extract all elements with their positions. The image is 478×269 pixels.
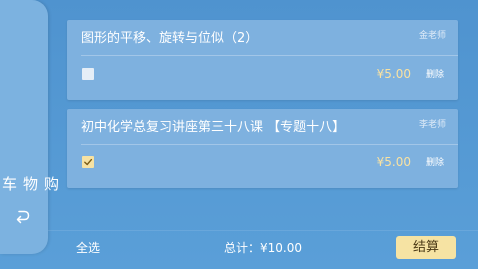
cart-item-card: 初中化学总复习讲座第三十八课 【专题十八】 李老师 ¥5.00 删除 <box>67 109 458 188</box>
select-all-button[interactable]: 全选 <box>76 240 100 256</box>
course-title: 初中化学总复习讲座第三十八课 【专题十八】 <box>81 120 346 135</box>
teacher-name: 李老师 <box>418 120 446 130</box>
cart-title-container: 购物车 <box>0 88 60 193</box>
cart-title: 购物车 <box>0 176 60 193</box>
item-checkbox[interactable] <box>82 68 94 80</box>
course-title: 图形的平移、旋转与位似（2） <box>81 31 259 46</box>
return-arrow-icon[interactable] <box>14 206 32 224</box>
cart-item-card: 图形的平移、旋转与位似（2） 金老师 ¥5.00 删除 <box>67 20 458 100</box>
teacher-name: 金老师 <box>418 31 446 41</box>
footer-divider <box>48 230 478 231</box>
item-checkbox[interactable] <box>82 156 94 168</box>
card-divider <box>81 55 458 56</box>
cart-total: 总计：¥10.00 <box>224 241 302 255</box>
cart-side-tab: 购物车 <box>0 0 60 254</box>
checkout-button[interactable]: 结算 <box>396 236 456 259</box>
item-price: ¥5.00 <box>376 155 411 169</box>
delete-button[interactable]: 删除 <box>426 69 444 81</box>
card-divider <box>81 144 458 145</box>
item-price: ¥5.00 <box>376 67 411 81</box>
check-icon <box>84 158 93 166</box>
delete-button[interactable]: 删除 <box>426 157 444 169</box>
